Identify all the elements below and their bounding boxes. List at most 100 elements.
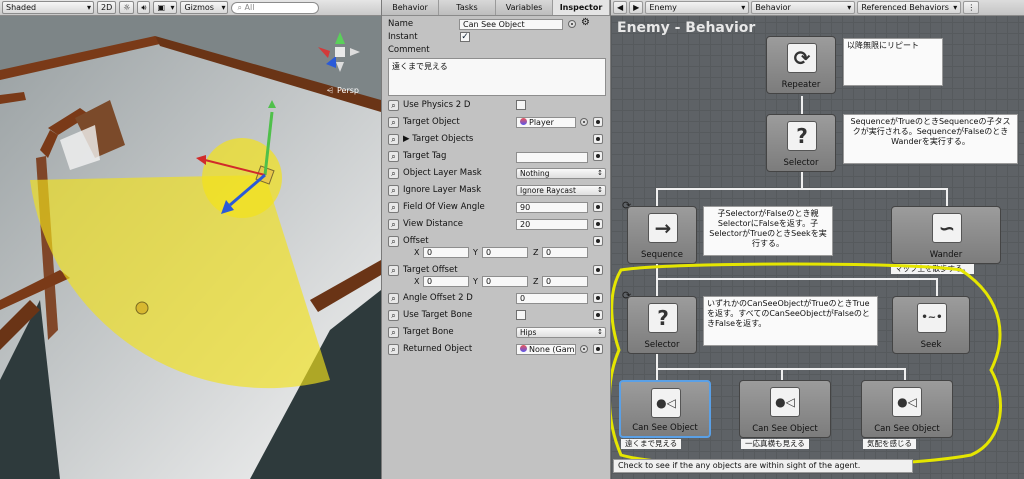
selector-mid-node[interactable]: ⟳ ? Selector <box>622 289 697 354</box>
connector <box>946 188 948 206</box>
target-bone-select[interactable]: Hips <box>516 327 606 338</box>
behavior-dropdown[interactable]: Behavior <box>751 1 856 14</box>
ignore-layer-mask-select[interactable]: Ignore Raycast <box>516 185 606 196</box>
can-see-object-label-1: Can See Object <box>632 423 698 433</box>
search-icon[interactable]: ⌕ <box>388 344 399 355</box>
search-icon[interactable]: ⌕ <box>388 100 399 111</box>
selector-top-node[interactable]: ? Selector <box>766 114 836 172</box>
shared-variable-toggle[interactable] <box>593 202 603 212</box>
shared-variable-toggle[interactable] <box>593 151 603 161</box>
shared-variable-toggle[interactable] <box>593 293 603 303</box>
search-icon[interactable]: ⌕ <box>388 134 399 145</box>
image-icon[interactable]: ▣ <box>153 1 178 14</box>
eye-sight-icon: ●◁ <box>892 387 922 417</box>
gear-icon[interactable]: ⚙ <box>581 17 590 28</box>
2d-toggle-button[interactable]: 2D <box>97 1 117 14</box>
can-see-object-node-3[interactable]: ●◁ Can See Object <box>861 380 953 438</box>
shading-mode-dropdown[interactable]: Shaded <box>2 1 94 14</box>
shared-variable-toggle[interactable] <box>593 344 603 354</box>
search-icon[interactable]: ⌕ <box>388 265 399 276</box>
node-settings-icon[interactable] <box>568 20 576 28</box>
target-offset-x-field[interactable]: 0 <box>423 276 469 287</box>
prev-arrow-icon[interactable]: ◀ <box>613 1 628 14</box>
search-icon[interactable]: ⌕ <box>388 117 399 128</box>
scene-canvas[interactable] <box>0 0 381 479</box>
tab-inspector[interactable]: Inspector <box>553 0 610 15</box>
selector-mid-label: Selector <box>644 340 680 350</box>
offset-z-field[interactable]: 0 <box>542 247 588 258</box>
view-distance-field[interactable]: 20 <box>516 219 588 230</box>
name-field[interactable]: Can See Object <box>459 19 563 30</box>
offset-x-field[interactable]: 0 <box>423 247 469 258</box>
target-offset-z-field[interactable]: 0 <box>542 276 588 287</box>
offset-label: Offset <box>403 236 429 246</box>
tab-behavior[interactable]: Behavior <box>382 0 439 15</box>
shared-variable-toggle[interactable] <box>593 117 603 127</box>
target-object-value: Player <box>529 118 554 127</box>
sequence-node[interactable]: ⟳ → Sequence <box>622 199 697 264</box>
wander-node[interactable]: ∽ Wander <box>891 206 1001 264</box>
target-tag-field[interactable] <box>516 152 588 163</box>
use-physics-2d-checkbox[interactable] <box>516 100 526 110</box>
search-icon[interactable]: ⌕ <box>388 202 399 213</box>
search-icon[interactable]: ⌕ <box>388 219 399 230</box>
scene-view[interactable]: Shaded 2D ☼ 🔊︎ ▣ Gizmos ⌕ All ⩤ Persp <box>0 0 381 479</box>
gameobject-icon <box>520 345 527 352</box>
object-dropdown[interactable]: Enemy <box>645 1 750 14</box>
use-target-bone-checkbox[interactable] <box>516 310 526 320</box>
tab-variables[interactable]: Variables <box>496 0 553 15</box>
object-layer-mask-select[interactable]: Nothing <box>516 168 606 179</box>
can-see-object-node-1[interactable]: ●◁ Can See Object <box>619 380 711 438</box>
can-see-object-note-1: 遠くまで見える <box>621 439 682 449</box>
returned-object-field[interactable]: None (Gam <box>516 344 576 355</box>
repeater-node[interactable]: ⟳ Repeater <box>766 36 836 94</box>
conditional-abort-icon: ⟳ <box>622 199 632 212</box>
behavior-graph[interactable]: ◀ ▶ Enemy Behavior Referenced Behaviors … <box>611 0 1024 479</box>
persp-label[interactable]: ⩤ Persp <box>327 86 359 96</box>
shared-variable-toggle[interactable] <box>593 219 603 229</box>
can-see-object-node-2[interactable]: ●◁ Can See Object <box>739 380 831 438</box>
object-picker-icon[interactable] <box>580 345 588 353</box>
field-of-view-angle-field[interactable]: 90 <box>516 202 588 213</box>
search-icon[interactable]: ⌕ <box>388 151 399 162</box>
target-tag-label: Target Tag <box>403 151 447 161</box>
inspector-tabs: Behavior Tasks Variables Inspector <box>382 0 610 16</box>
target-objects-label[interactable]: ▶ Target Objects <box>403 133 473 145</box>
repeat-icon: ⟳ <box>787 43 817 73</box>
comment-textarea[interactable]: 遠くまで見える <box>388 58 606 96</box>
search-icon[interactable]: ⌕ <box>388 185 399 196</box>
scene-search-input[interactable]: ⌕ All <box>231 1 320 14</box>
wander-label: Wander <box>929 250 963 260</box>
search-icon[interactable]: ⌕ <box>388 293 399 304</box>
selector-top-comment: SequenceがTrueのときSequenceの子タスクが実行される。Sequ… <box>843 114 1018 164</box>
speaker-icon[interactable]: 🔊︎ <box>137 1 151 14</box>
target-objects-text: Target Objects <box>412 134 474 144</box>
target-object-field[interactable]: Player <box>516 117 576 128</box>
angle-offset-2d-field[interactable]: 0 <box>516 293 588 304</box>
shared-variable-toggle[interactable] <box>593 134 603 144</box>
more-icon[interactable]: ⋮ <box>963 1 980 14</box>
object-picker-icon[interactable] <box>580 118 588 126</box>
can-see-object-note-2: 一応真横も見える <box>741 439 809 449</box>
sun-icon[interactable]: ☼ <box>119 1 135 14</box>
target-offset-y-field[interactable]: 0 <box>482 276 528 287</box>
seek-icon: •~• <box>917 303 947 333</box>
offset-z-label: Z <box>533 248 539 257</box>
search-icon[interactable]: ⌕ <box>388 168 399 179</box>
target-offset-x-label: X <box>414 277 420 286</box>
seek-node[interactable]: •~• Seek <box>892 296 970 354</box>
search-icon[interactable]: ⌕ <box>388 327 399 338</box>
shared-variable-toggle[interactable] <box>593 265 603 275</box>
gizmos-dropdown[interactable]: Gizmos <box>180 1 229 14</box>
search-icon[interactable]: ⌕ <box>388 236 399 247</box>
shared-variable-toggle[interactable] <box>593 310 603 320</box>
instant-checkbox[interactable]: ✓ <box>460 32 470 42</box>
next-arrow-icon[interactable]: ▶ <box>629 1 644 14</box>
shared-variable-toggle[interactable] <box>593 236 603 246</box>
offset-y-field[interactable]: 0 <box>482 247 528 258</box>
inspector-panel: Behavior Tasks Variables Inspector Name … <box>381 0 611 479</box>
referenced-behaviors-dropdown[interactable]: Referenced Behaviors <box>857 1 962 14</box>
tab-tasks[interactable]: Tasks <box>439 0 496 15</box>
target-bone-label: Target Bone <box>403 327 454 337</box>
search-icon[interactable]: ⌕ <box>388 310 399 321</box>
